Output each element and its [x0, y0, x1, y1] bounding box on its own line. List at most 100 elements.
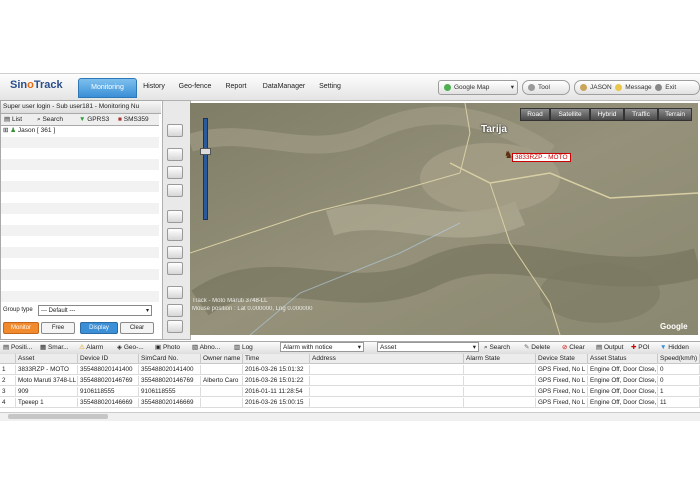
table-cell[interactable]: 9106118555: [78, 387, 139, 397]
grid-icon[interactable]: [167, 246, 183, 259]
table-cell[interactable]: 0: [658, 376, 700, 386]
user-button[interactable]: JASON: [580, 83, 612, 91]
map-type-road[interactable]: Road: [520, 108, 550, 121]
table-cell[interactable]: 2016-03-26 15:01:22: [243, 376, 310, 386]
table-cell[interactable]: 355488020146769: [78, 376, 139, 386]
tab-report[interactable]: Report: [220, 78, 252, 96]
device-tree-item[interactable]: ⊞ ♟ Jason [ 361 ]: [3, 126, 55, 136]
map-type-select[interactable]: Google Map ▾: [438, 80, 518, 95]
layers-icon[interactable]: [167, 262, 183, 275]
tab-position[interactable]: ▤ Positi...: [3, 342, 32, 354]
map-type-traffic[interactable]: Traffic: [624, 108, 658, 121]
horizontal-scrollbar[interactable]: [0, 412, 700, 421]
zoom-in-icon[interactable]: [167, 148, 183, 161]
message-button[interactable]: Message: [615, 83, 652, 91]
table-cell[interactable]: Engine Off, Door Close,: [588, 376, 658, 386]
column-header[interactable]: Speed(km/h): [658, 354, 700, 364]
wrench-icon[interactable]: [167, 304, 183, 317]
clear-results-button[interactable]: ⊘ Clear: [562, 342, 585, 354]
tab-setting[interactable]: Setting: [314, 78, 346, 96]
monitor-icon[interactable]: [167, 124, 183, 137]
table-cell[interactable]: [201, 387, 243, 397]
table-cell[interactable]: 355488020146669: [78, 398, 139, 408]
table-cell[interactable]: [310, 365, 464, 375]
table-cell[interactable]: 355488020146769: [139, 376, 201, 386]
export-icon[interactable]: [167, 184, 183, 197]
table-cell[interactable]: [201, 398, 243, 408]
output-button[interactable]: ▤ Output: [596, 342, 623, 354]
table-cell[interactable]: [464, 398, 536, 408]
column-header[interactable]: Time: [243, 354, 310, 364]
clear-button[interactable]: Clear: [120, 322, 154, 334]
table-cell[interactable]: 909: [16, 387, 78, 397]
alarm-filter-select[interactable]: Alarm with notice ▾: [280, 342, 364, 352]
poi-button[interactable]: ✚ POI: [631, 342, 649, 354]
table-cell[interactable]: [464, 365, 536, 375]
table-cell[interactable]: [310, 398, 464, 408]
map-type-hybrid[interactable]: Hybrid: [590, 108, 624, 121]
tab-list[interactable]: ▤ List: [4, 114, 22, 125]
tab-geo[interactable]: ◈ Geo-...: [117, 342, 144, 354]
table-cell[interactable]: 2016-03-26 15:01:32: [243, 365, 310, 375]
scroll-thumb[interactable]: [8, 414, 108, 419]
table-cell[interactable]: GPS Fixed, No L: [536, 365, 588, 375]
expand-icon[interactable]: ⊞: [3, 127, 8, 134]
tool-button[interactable]: Tool: [522, 80, 570, 95]
exit-button[interactable]: Exit: [655, 83, 676, 91]
tab-search[interactable]: ⌕ Search: [37, 114, 63, 125]
table-cell[interactable]: 11: [658, 398, 700, 408]
motorbike-icon[interactable]: ♞: [504, 150, 513, 161]
table-cell[interactable]: 355488020141400: [78, 365, 139, 375]
table-cell[interactable]: Alberto Caro: [201, 376, 243, 386]
tab-history[interactable]: History: [138, 78, 170, 96]
tab-log[interactable]: ▥ Log: [234, 342, 253, 354]
display-button[interactable]: Display: [80, 322, 118, 334]
table-cell[interactable]: [464, 376, 536, 386]
tab-datamanager[interactable]: DataManager: [256, 78, 312, 96]
zoom-handle[interactable]: [200, 148, 211, 155]
tab-monitoring[interactable]: Monitoring: [78, 78, 137, 98]
group-type-select[interactable]: --- Default --- ▾: [38, 305, 152, 316]
free-button[interactable]: Free: [41, 322, 75, 334]
table-cell[interactable]: 1: [658, 387, 700, 397]
table-cell[interactable]: 0: [658, 365, 700, 375]
tab-alarm[interactable]: ⚠ Alarm: [79, 342, 103, 354]
table-cell[interactable]: 355488020141400: [139, 365, 201, 375]
tab-smart[interactable]: ▦ Smar...: [40, 342, 69, 354]
hidden-button[interactable]: ▼ Hidden: [660, 342, 689, 354]
table-cell[interactable]: Engine Off, Door Close,: [588, 365, 658, 375]
phone-icon[interactable]: [167, 210, 183, 223]
tab-sms[interactable]: ■ SMS359: [118, 114, 149, 125]
asset-filter-select[interactable]: Asset ▾: [377, 342, 479, 352]
column-header[interactable]: Owner name: [201, 354, 243, 364]
search-button[interactable]: ⌕ Search: [484, 342, 510, 354]
column-header[interactable]: Asset: [16, 354, 78, 364]
table-cell[interactable]: 2016-03-26 15:00:15: [243, 398, 310, 408]
column-header[interactable]: Alarm State: [464, 354, 536, 364]
tab-photo[interactable]: ▣ Photo: [155, 342, 180, 354]
column-header[interactable]: Device State: [536, 354, 588, 364]
map-type-satellite[interactable]: Satellite: [550, 108, 590, 121]
tools-icon[interactable]: [167, 320, 183, 333]
column-header[interactable]: SimCard No.: [139, 354, 201, 364]
table-cell[interactable]: [464, 387, 536, 397]
table-cell[interactable]: GPS Fixed, No L: [536, 376, 588, 386]
table-cell[interactable]: 355488020146669: [139, 398, 201, 408]
monitor-button[interactable]: Monitor: [3, 322, 39, 334]
column-header[interactable]: Device ID: [78, 354, 139, 364]
ruler-icon[interactable]: [167, 286, 183, 299]
column-header[interactable]: Address: [310, 354, 464, 364]
column-header[interactable]: Asset Status: [588, 354, 658, 364]
tab-gprs[interactable]: ▼ GPRS3: [79, 114, 109, 125]
zoom-slider[interactable]: [200, 118, 211, 220]
zoom-out-icon[interactable]: [167, 166, 183, 179]
table-cell[interactable]: GPS Fixed, No L: [536, 387, 588, 397]
table-cell[interactable]: Engine Off, Door Close,: [588, 387, 658, 397]
vehicle-marker-label[interactable]: 3833RZP - MOTO: [512, 153, 571, 162]
delete-button[interactable]: ✎ Delete: [524, 342, 550, 354]
table-cell[interactable]: 9106118555: [139, 387, 201, 397]
table-cell[interactable]: 2016-01-11 11:28:54: [243, 387, 310, 397]
table-cell[interactable]: Engine Off, Door Close,: [588, 398, 658, 408]
table-cell[interactable]: GPS Fixed, No L: [536, 398, 588, 408]
map-type-terrain[interactable]: Terrain: [658, 108, 692, 121]
